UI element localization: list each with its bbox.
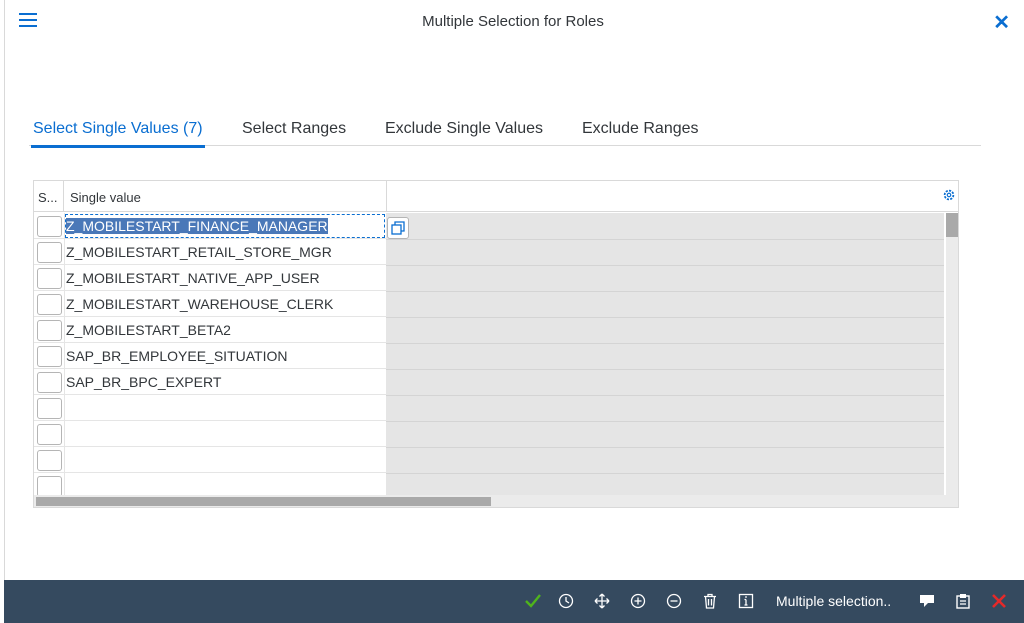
tab-bar: Select Single Values (7) Select Ranges E… xyxy=(29,120,981,148)
horizontal-scrollbar-thumb[interactable] xyxy=(36,497,491,506)
table-row[interactable]: Z_MOBILESTART_BETA2 xyxy=(34,317,386,343)
table-row[interactable]: SAP_BR_BPC_EXPERT xyxy=(34,369,386,395)
single-value-cell[interactable] xyxy=(64,447,386,473)
row-divider xyxy=(386,317,944,318)
single-value-text: Z_MOBILESTART_RETAIL_STORE_MGR xyxy=(66,244,332,260)
delete-icon[interactable] xyxy=(701,592,719,610)
single-value-text: SAP_BR_BPC_EXPERT xyxy=(66,374,222,390)
single-value-cell[interactable]: Z_MOBILESTART_WAREHOUSE_CLERK xyxy=(64,291,386,317)
table-row[interactable] xyxy=(34,447,386,473)
row-divider xyxy=(386,265,944,266)
dialog-title: Multiple Selection for Roles xyxy=(422,13,604,30)
row-selector[interactable] xyxy=(37,294,62,315)
settings-icon[interactable] xyxy=(942,188,956,202)
clipboard-icon[interactable] xyxy=(954,592,972,610)
move-icon[interactable] xyxy=(593,592,611,610)
empty-column-area xyxy=(386,213,944,495)
tab-select-single-values[interactable]: Select Single Values (7) xyxy=(31,120,205,148)
row-selector[interactable] xyxy=(37,450,62,471)
table-row[interactable]: SAP_BR_EMPLOYEE_SITUATION xyxy=(34,343,386,369)
single-value-text: Z_MOBILESTART_BETA2 xyxy=(66,322,231,338)
upload-icon[interactable] xyxy=(918,592,936,610)
single-value-text: Z_MOBILESTART_NATIVE_APP_USER xyxy=(66,270,320,286)
single-value-text: Z_MOBILESTART_WAREHOUSE_CLERK xyxy=(66,296,334,312)
close-icon[interactable]: ✕ xyxy=(993,10,1010,35)
row-selector[interactable] xyxy=(37,320,62,341)
row-selector[interactable] xyxy=(37,398,62,419)
single-values-table: S... Single value Z_MOBILESTART_FINANCE_… xyxy=(33,180,959,508)
vertical-scrollbar-thumb[interactable] xyxy=(946,213,958,237)
single-value-cell[interactable]: SAP_BR_BPC_EXPERT xyxy=(64,369,386,395)
single-value-cell[interactable]: SAP_BR_EMPLOYEE_SITUATION xyxy=(64,343,386,369)
tab-exclude-ranges[interactable]: Exclude Ranges xyxy=(582,120,699,138)
copy-value-icon[interactable] xyxy=(387,217,409,239)
cancel-icon[interactable] xyxy=(990,592,1008,610)
row-divider xyxy=(386,369,944,370)
row-selector[interactable] xyxy=(37,346,62,367)
row-divider xyxy=(386,395,944,396)
row-divider xyxy=(386,447,944,448)
column-header-single-value[interactable]: Single value xyxy=(70,190,141,205)
tab-exclude-single-values[interactable]: Exclude Single Values xyxy=(385,120,543,138)
row-selector[interactable] xyxy=(37,476,62,497)
table-row[interactable]: Z_MOBILESTART_NATIVE_APP_USER xyxy=(34,265,386,291)
single-value-text: SAP_BR_EMPLOYEE_SITUATION xyxy=(66,348,288,364)
row-selector[interactable] xyxy=(37,372,62,393)
checkmark-icon[interactable] xyxy=(524,592,542,610)
single-value-cell[interactable]: Z_MOBILESTART_RETAIL_STORE_MGR xyxy=(64,239,386,265)
multiple-selection-button[interactable]: Multiple selection.. xyxy=(776,593,891,609)
row-selector[interactable] xyxy=(37,242,62,263)
remove-icon[interactable] xyxy=(665,592,683,610)
row-divider xyxy=(386,421,944,422)
table-row[interactable]: Z_MOBILESTART_FINANCE_MANAGER xyxy=(34,213,386,239)
table-row[interactable] xyxy=(34,421,386,447)
single-value-cell[interactable] xyxy=(64,421,386,447)
history-icon[interactable] xyxy=(557,592,575,610)
single-value-cell[interactable]: Z_MOBILESTART_FINANCE_MANAGER xyxy=(64,213,386,239)
vertical-scrollbar[interactable] xyxy=(946,213,958,495)
column-header-selection[interactable]: S... xyxy=(38,190,58,205)
single-value-cell[interactable] xyxy=(64,395,386,421)
row-selector[interactable] xyxy=(37,216,62,237)
single-value-cell[interactable]: Z_MOBILESTART_NATIVE_APP_USER xyxy=(64,265,386,291)
single-value-cell[interactable]: Z_MOBILESTART_BETA2 xyxy=(64,317,386,343)
row-selector[interactable] xyxy=(37,268,62,289)
add-icon[interactable] xyxy=(629,592,647,610)
tab-select-ranges[interactable]: Select Ranges xyxy=(242,120,346,138)
row-divider xyxy=(386,239,944,240)
row-selector[interactable] xyxy=(37,424,62,445)
table-row[interactable]: Z_MOBILESTART_WAREHOUSE_CLERK xyxy=(34,291,386,317)
table-row[interactable] xyxy=(34,395,386,421)
row-divider xyxy=(386,473,944,474)
dialog-footer-toolbar: Multiple selection.. xyxy=(4,580,1024,623)
info-icon[interactable] xyxy=(737,592,755,610)
table-row[interactable]: Z_MOBILESTART_RETAIL_STORE_MGR xyxy=(34,239,386,265)
single-value-text: Z_MOBILESTART_FINANCE_MANAGER xyxy=(66,218,328,234)
row-divider xyxy=(386,343,944,344)
row-divider xyxy=(386,291,944,292)
table-header: S... Single value xyxy=(34,181,958,212)
